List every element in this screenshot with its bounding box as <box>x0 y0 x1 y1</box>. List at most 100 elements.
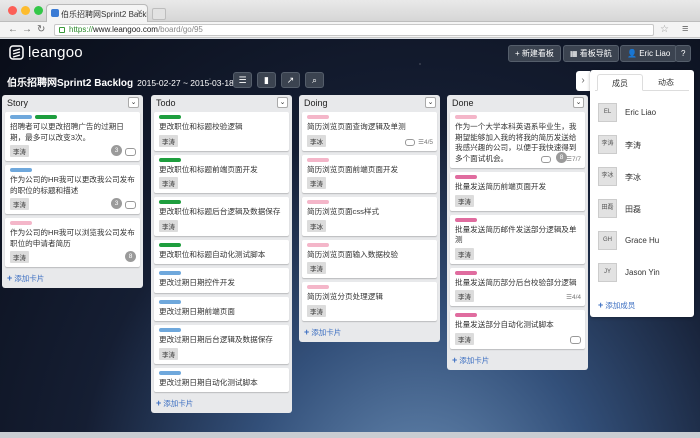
member-item[interactable]: GH Grace Hu <box>598 231 688 253</box>
url-host: www.leangoo.com <box>93 25 158 34</box>
card-text: 更改过期日期控件开发 <box>159 278 235 287</box>
card[interactable]: 更改过期日期后台逻辑及数据保存 李涛 <box>154 325 289 364</box>
checklist-indicator: ☰4/5 <box>418 138 433 146</box>
member-item[interactable]: JY Jason Yin <box>598 263 688 285</box>
back-icon[interactable]: ← <box>8 24 18 36</box>
browser-menu-icon[interactable]: ≡ <box>682 23 688 35</box>
card-label <box>455 313 477 317</box>
card-labels <box>10 221 136 225</box>
avatar: 李涛 <box>598 135 617 154</box>
column-doing: Doing ⌄ 简历浏览页面查询逻辑及单测 李冰 ☰4/5 简历浏览页面前端页面开发 李涛简… <box>299 95 440 342</box>
card[interactable]: 批量发送简历部分后台校验部分逻辑 李涛 ☰4/4 <box>450 267 585 306</box>
plus-icon: + <box>452 354 458 365</box>
card-label <box>159 157 181 162</box>
chart-icon[interactable]: ▮ <box>257 72 276 88</box>
card-text: 批量发送简历邮件发送部分逻辑及单测 <box>455 224 577 245</box>
card-assignee: 李涛 <box>455 332 474 345</box>
avatar: JY <box>598 263 617 282</box>
zoom-window-button[interactable] <box>34 6 43 15</box>
grid-icon: ▦ <box>570 49 580 58</box>
card[interactable]: 简历浏览页面前端页面开发 李涛 <box>302 154 437 193</box>
card[interactable]: 简历浏览页面输入数据校验 李涛 <box>302 239 437 278</box>
card-labels <box>159 299 285 304</box>
bookmark-star-icon[interactable]: ☆ <box>660 24 669 35</box>
card-label <box>159 328 181 332</box>
logo-text: leangoo <box>28 44 83 61</box>
column-menu-icon[interactable]: ⌄ <box>425 97 436 108</box>
tab-close-icon[interactable]: ✕ <box>136 8 143 17</box>
card[interactable]: 更改过期日期控件开发 <box>154 268 289 293</box>
column-header: Doing ⌄ <box>302 95 437 112</box>
card[interactable]: 更改职位和标题校验逻辑 李涛 <box>154 112 289 151</box>
card[interactable]: 更改过期日期前端页面 <box>154 296 289 321</box>
comment-icon <box>405 138 415 146</box>
panel-collapse-icon[interactable]: › <box>576 71 590 91</box>
new-board-button[interactable]: + 新建看板 <box>508 45 561 62</box>
member-item[interactable]: EL Eric Liao <box>598 103 688 125</box>
card[interactable]: 简历浏览分页处理逻辑 李涛 <box>302 282 437 321</box>
address-bar[interactable]: https://www.leangoo.com/board/go/95 <box>54 24 654 36</box>
avatar: EL <box>598 103 617 122</box>
help-button[interactable]: ? <box>675 45 692 62</box>
tab-members[interactable]: 成员 <box>597 74 643 91</box>
card[interactable]: 更改职位和标题自动化测试脚本 <box>154 239 289 264</box>
column-done: Done ⌄ 作为一个大学本科英语系毕业生，我期望能够加入我的将我的简历发送给我感兴… <box>447 95 588 370</box>
add-card-button[interactable]: + 添加卡片 <box>154 396 289 409</box>
card-text: 招聘者可以更改招聘广告的过期日期，最多可以改变3次。 <box>10 122 124 142</box>
card[interactable]: 更改职位和标题后台逻辑及数据保存 李涛 <box>154 197 289 236</box>
card[interactable]: 作为一个大学本科英语系毕业生，我期望能够加入我的将我的简历发送给我感兴趣的公司，… <box>450 112 585 168</box>
add-card-button[interactable]: + 添加卡片 <box>302 325 437 338</box>
card-label <box>159 370 181 375</box>
tab-activity[interactable]: 动态 <box>643 74 689 91</box>
checklist-count: 7/7 <box>571 156 581 163</box>
card[interactable]: 更改过期日期自动化测试脚本 <box>154 367 289 392</box>
checklist-indicator: ☰7/7 <box>566 156 581 163</box>
card-label <box>159 242 181 247</box>
board-nav-button[interactable]: ▦ 看板导航 <box>563 45 619 62</box>
card[interactable]: 简历浏览页面查询逻辑及单测 李冰 ☰4/5 <box>302 112 437 151</box>
add-card-button[interactable]: + 添加卡片 <box>450 353 585 366</box>
share-icon[interactable]: ↗ <box>281 72 300 88</box>
add-member-button[interactable]: + 添加成员 <box>598 300 635 311</box>
comment-icon <box>125 148 136 156</box>
horizontal-scrollbar[interactable] <box>0 432 700 438</box>
member-item[interactable]: 田磊 田磊 <box>598 199 688 221</box>
add-card-button[interactable]: + 添加卡片 <box>5 271 140 284</box>
card-label <box>10 221 32 225</box>
card[interactable]: 简历浏览页面css样式 李冰 <box>302 197 437 236</box>
reload-icon[interactable]: ↻ <box>37 24 45 36</box>
card-label <box>10 168 32 172</box>
column-menu-icon[interactable]: ⌄ <box>277 97 288 108</box>
card-label <box>159 299 181 304</box>
close-window-button[interactable] <box>8 6 17 15</box>
card[interactable]: 批量发送部分自动化测试脚本 李涛 <box>450 310 585 349</box>
card[interactable]: 更改职位和标题前端页面开发 李涛 <box>154 154 289 193</box>
forward-icon[interactable]: → <box>22 24 32 36</box>
checklist-count: 4/4 <box>571 294 581 301</box>
card-text: 批量发送简历部分后台校验部分逻辑 <box>455 277 577 287</box>
column-menu-icon[interactable]: ⌄ <box>128 97 139 108</box>
board-nav-label: 看板导航 <box>579 49 612 58</box>
card-labels <box>10 168 136 172</box>
card-assignee: 李冰 <box>307 219 326 232</box>
search-icon[interactable]: ⌕ <box>305 72 324 88</box>
card-labels <box>455 217 581 222</box>
card[interactable]: 作为公司的HR我可以更改我公司发布的职位的标题和描述 李涛 3 <box>5 165 140 214</box>
member-item[interactable]: 李涛 李涛 <box>598 135 688 157</box>
minimize-window-button[interactable] <box>21 6 30 15</box>
card[interactable]: 批量发送简历前端页面开发 李涛 <box>450 172 585 211</box>
new-tab-button[interactable] <box>152 8 166 20</box>
tab-title: 伯乐招聘网Sprint2 Backlog <box>61 10 148 19</box>
card[interactable]: 招聘者可以更改招聘广告的过期日期，最多可以改变3次。 李涛 3 <box>5 112 140 161</box>
browser-tab[interactable]: 伯乐招聘网Sprint2 Backlog ✕ <box>46 4 148 22</box>
user-name: Eric Liao <box>639 49 671 58</box>
user-menu-button[interactable]: 👤 Eric Liao <box>620 45 678 62</box>
card[interactable]: 批量发送简历邮件发送部分逻辑及单测 李涛 <box>450 214 585 264</box>
menu-icon[interactable]: ☰ <box>233 72 252 88</box>
card[interactable]: 作为公司的HR我可以浏览我公司发布职位的申请者简历 李涛 8 <box>5 218 140 267</box>
column-menu-icon[interactable]: ⌄ <box>573 97 584 108</box>
card-assignee: 李涛 <box>159 134 178 147</box>
member-item[interactable]: 李冰 李冰 <box>598 167 688 189</box>
card-text: 更改过期日期后台逻辑及数据保存 <box>159 335 273 344</box>
board-app: leangoo + 新建看板 ▦ 看板导航 👤 Eric Liao ? 伯乐招聘… <box>0 39 700 438</box>
